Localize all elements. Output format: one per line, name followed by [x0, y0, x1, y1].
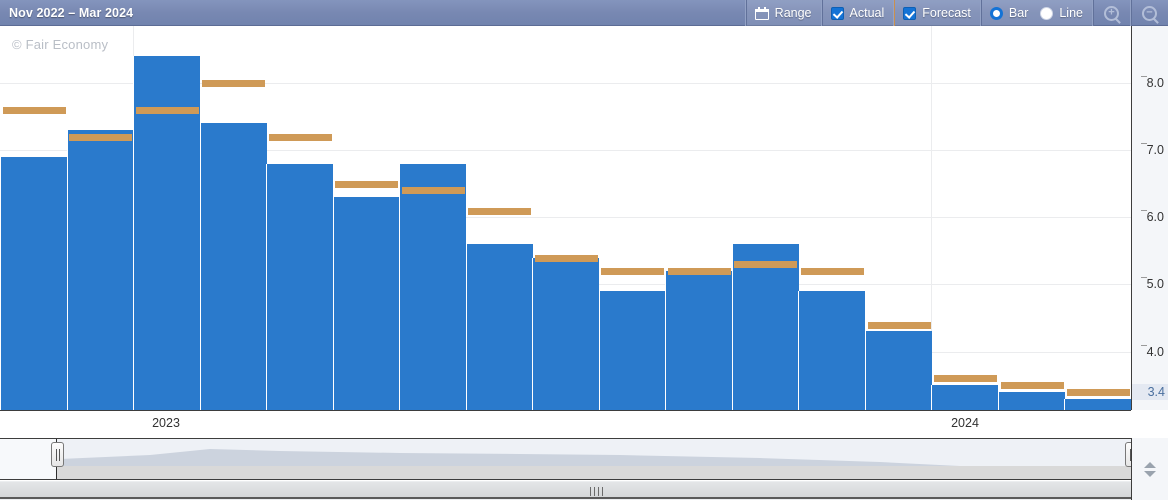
- bar-actual[interactable]: [399, 164, 466, 410]
- magnifier-minus-icon: −: [1142, 5, 1157, 21]
- title-bar: Nov 2022 – Mar 2024 Range Actual Forecas…: [0, 0, 1168, 26]
- forecast-marker: [601, 268, 664, 275]
- line-label: Line: [1059, 6, 1083, 20]
- bar-actual[interactable]: [1064, 399, 1131, 410]
- bar-actual[interactable]: [865, 331, 932, 410]
- forecast-marker: [3, 107, 66, 114]
- magnifier-plus-icon: +: [1104, 5, 1119, 21]
- navigator-left-mask: [0, 439, 57, 479]
- last-value-label: 3.4: [1132, 384, 1168, 400]
- bar-actual[interactable]: [266, 164, 333, 410]
- bar-radio[interactable]: [989, 6, 1003, 20]
- calendar-icon: [754, 6, 769, 20]
- forecast-marker: [1067, 389, 1130, 396]
- forecast-marker: [468, 208, 531, 215]
- spin-up-arrow[interactable]: [1144, 461, 1156, 468]
- forecast-marker: [402, 187, 465, 194]
- navigator[interactable]: [0, 438, 1131, 480]
- bar-label: Bar: [1008, 6, 1029, 20]
- bar-actual[interactable]: [67, 130, 134, 410]
- forecast-marker: [335, 181, 398, 188]
- forecast-marker: [69, 134, 132, 141]
- bar-actual[interactable]: [732, 244, 799, 410]
- bar-actual[interactable]: [466, 244, 533, 410]
- bar-actual[interactable]: [599, 291, 666, 410]
- forecast-label: Forecast: [922, 6, 971, 20]
- navigator-band: [0, 466, 1131, 479]
- actual-toggle[interactable]: Actual: [820, 0, 894, 26]
- y-axis-tick-mark: [1140, 76, 1147, 77]
- y-axis-tick-mark: [1140, 277, 1147, 278]
- watermark: © Fair Economy: [12, 37, 109, 52]
- y-axis: 8.0 7.0 6.0 5.0 4.0 3.4: [1131, 26, 1168, 410]
- forecast-checkbox[interactable]: [903, 6, 917, 20]
- y-axis-tick-mark: [1140, 143, 1147, 144]
- chart-window: Nov 2022 – Mar 2024 Range Actual Forecas…: [0, 0, 1168, 502]
- forecast-marker: [668, 268, 731, 275]
- actual-checkbox[interactable]: [830, 6, 844, 20]
- bar-actual[interactable]: [532, 258, 599, 410]
- bar-actual[interactable]: [998, 392, 1065, 410]
- bar-actual[interactable]: [665, 271, 732, 410]
- x-axis-tick-label: 2023: [152, 416, 180, 430]
- vertical-zoom-spinner[interactable]: [1131, 438, 1168, 500]
- forecast-marker: [801, 268, 864, 275]
- y-axis-tick-label: 5.0: [1140, 277, 1164, 291]
- forecast-marker: [868, 322, 931, 329]
- forecast-marker: [934, 375, 997, 382]
- y-axis-tick-label: 7.0: [1140, 143, 1164, 157]
- zoom-in-button[interactable]: +: [1092, 0, 1130, 26]
- spin-down-arrow[interactable]: [1144, 470, 1156, 477]
- bar-actual[interactable]: [0, 157, 67, 410]
- forecast-marker: [535, 255, 598, 262]
- forecast-toggle[interactable]: Forecast: [893, 0, 980, 26]
- forecast-marker: [269, 134, 332, 141]
- forecast-marker: [1001, 382, 1064, 389]
- y-axis-tick-mark: [1140, 345, 1147, 346]
- bar-actual[interactable]: [333, 197, 400, 410]
- zoom-out-button[interactable]: −: [1130, 0, 1168, 26]
- scrollbar-thumb[interactable]: [0, 482, 1131, 499]
- scroll-grip[interactable]: [590, 487, 606, 496]
- range-button[interactable]: Range: [744, 0, 821, 26]
- forecast-marker: [734, 261, 797, 268]
- forecast-marker: [136, 107, 199, 114]
- y-axis-tick-label: 8.0: [1140, 76, 1164, 90]
- range-button-label: Range: [774, 6, 812, 20]
- y-axis-tick-label: 4.0: [1140, 345, 1164, 359]
- bar-actual[interactable]: [798, 291, 865, 410]
- forecast-marker: [202, 80, 265, 87]
- chart-title: Nov 2022 – Mar 2024: [9, 5, 134, 20]
- series-type-group: Bar Line: [979, 0, 1092, 26]
- titlebar-spacer: [133, 0, 744, 25]
- x-axis: 2023 2024: [0, 410, 1131, 438]
- bar-actual[interactable]: [200, 123, 267, 410]
- bar-actual[interactable]: [931, 385, 998, 410]
- y-axis-tick-label: 6.0: [1140, 210, 1164, 224]
- x-axis-tick-label: 2024: [951, 416, 979, 430]
- plot-area[interactable]: © Fair Economy: [0, 26, 1131, 410]
- line-radio[interactable]: [1040, 6, 1054, 20]
- actual-label: Actual: [849, 6, 885, 20]
- nav-left-handle[interactable]: [51, 442, 64, 467]
- horizontal-scrollbar[interactable]: [0, 480, 1131, 500]
- y-axis-tick-mark: [1140, 210, 1147, 211]
